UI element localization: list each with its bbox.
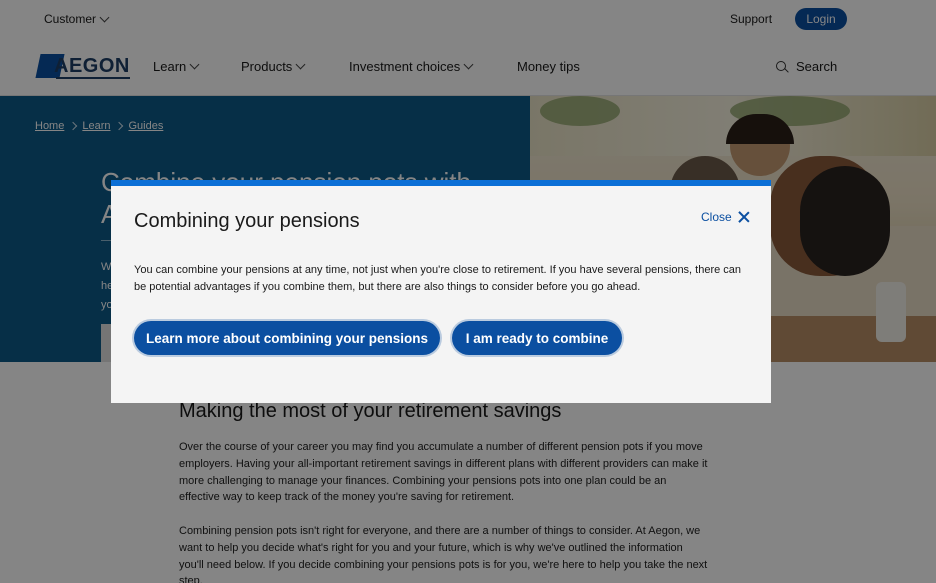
combine-pensions-modal: Combining your pensions Close You can co… bbox=[111, 180, 771, 403]
learn-more-button[interactable]: Learn more about combining your pensions bbox=[134, 321, 440, 355]
modal-body: You can combine your pensions at any tim… bbox=[134, 264, 742, 293]
close-button[interactable]: Close bbox=[701, 210, 750, 224]
close-icon bbox=[738, 211, 750, 223]
ready-to-combine-button[interactable]: I am ready to combine bbox=[452, 321, 622, 355]
close-label: Close bbox=[701, 210, 732, 224]
modal-title: Combining your pensions bbox=[134, 210, 360, 232]
